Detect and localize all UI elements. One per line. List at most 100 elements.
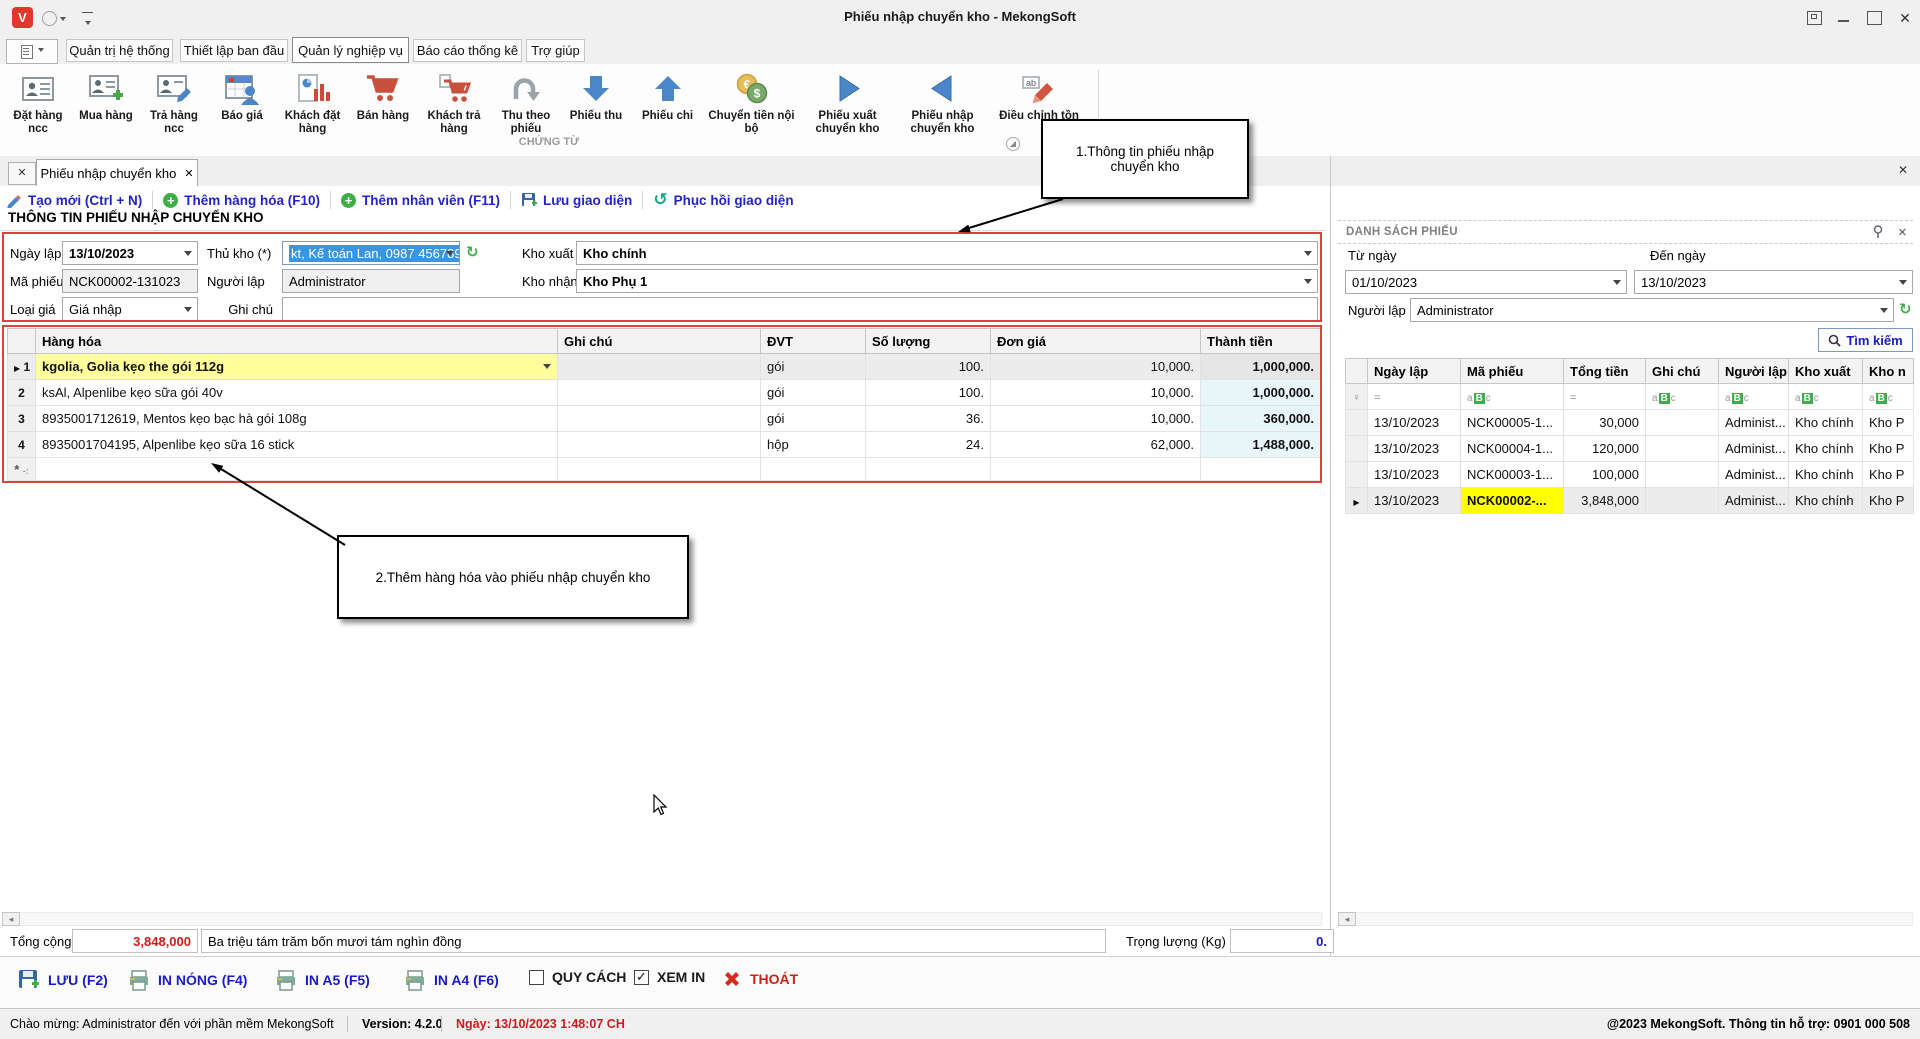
checkbox-unchecked-icon[interactable] <box>529 970 544 985</box>
cell-out[interactable]: Kho chính <box>1789 462 1863 488</box>
header-ghi-chu[interactable]: Ghi chú <box>558 329 761 354</box>
tab-list-close-button[interactable]: ✕ <box>8 162 36 185</box>
item-row-1[interactable]: ▶ 1 kgolia, Golia kẹo the gói 112g gói 1… <box>8 354 1321 380</box>
cell-note[interactable] <box>558 458 761 481</box>
cell-creator[interactable]: Administ... <box>1719 410 1789 436</box>
fit-screen-icon[interactable] <box>1807 11 1822 25</box>
menu-tab-quan-ly-nghiep-vu[interactable]: Quản lý nghiệp vụ <box>292 37 409 63</box>
filter-code[interactable]: aBc <box>1461 384 1564 410</box>
ribbon-item-khach-dat-hang[interactable]: Khách đặt hàng <box>276 68 349 136</box>
filter-abc-icon[interactable]: aBc <box>1652 393 1676 404</box>
date-combo[interactable]: 13/10/2023 <box>62 241 198 265</box>
cell-item-name[interactable] <box>36 458 558 481</box>
cell-date[interactable]: 13/10/2023 <box>1368 436 1461 462</box>
ribbon-item-mua-hang[interactable]: Mua hàng <box>72 68 140 136</box>
refresh-icon[interactable]: ↻ <box>1899 300 1912 318</box>
print-a4-button[interactable]: IN A4 (F6) <box>404 969 499 991</box>
cell-amount[interactable]: 360,000. <box>1201 406 1321 432</box>
cell-total[interactable]: 3,848,000 <box>1564 488 1646 514</box>
receipt-row-4[interactable]: ▶ 13/10/2023 NCK00002-... 3,848,000 Admi… <box>1346 488 1914 514</box>
receipt-row-2[interactable]: 13/10/2023 NCK00004-1... 120,000 Adminis… <box>1346 436 1914 462</box>
ribbon-item-phieu-chi[interactable]: Phiếu chi <box>631 68 704 136</box>
save-button[interactable]: LƯU (F2) <box>18 969 108 991</box>
filter-note[interactable]: aBc <box>1646 384 1719 410</box>
cell-code[interactable]: NCK00003-1... <box>1461 462 1564 488</box>
filter-row[interactable]: ♀ = aBc = aBc aBc aBc aBc <box>1346 384 1914 410</box>
search-button[interactable]: Tìm kiếm <box>1818 328 1913 352</box>
header-ma-phieu[interactable]: Mã phiếu <box>1461 359 1564 384</box>
filter-total[interactable]: = <box>1564 384 1646 410</box>
panel-creator-combo[interactable]: Administrator <box>1410 298 1894 322</box>
cell-qty[interactable] <box>866 458 991 481</box>
cell-in[interactable]: Kho P <box>1863 410 1914 436</box>
cell-date[interactable]: 13/10/2023 <box>1368 488 1461 514</box>
item-row-4[interactable]: 4 8935001704195, Alpenlibe kẹo sữa 16 st… <box>8 432 1321 458</box>
menu-tab-bao-cao-thong-ke[interactable]: Báo cáo thống kê <box>413 39 522 62</box>
filter-equals-icon[interactable]: = <box>1374 392 1380 404</box>
menu-tab-thiet-lap-ban-dau[interactable]: Thiết lập ban đầu <box>180 39 288 62</box>
cell-price[interactable] <box>991 458 1201 481</box>
ribbon-item-tra-hang-ncc[interactable]: Trả hàng ncc <box>140 68 208 136</box>
cell-qty[interactable]: 24. <box>866 432 991 458</box>
ribbon-item-thu-theo-phieu[interactable]: Thu theo phiếu <box>491 68 561 136</box>
cell-price[interactable]: 62,000. <box>991 432 1201 458</box>
warehouse-in-combo[interactable]: Kho Phụ 1 <box>576 269 1318 293</box>
price-type-combo[interactable]: Giá nhập <box>62 297 198 321</box>
cell-note[interactable] <box>558 406 761 432</box>
warehouse-out-combo[interactable]: Kho chính <box>576 241 1318 265</box>
cell-date[interactable]: 13/10/2023 <box>1368 410 1461 436</box>
from-date-combo[interactable]: 01/10/2023 <box>1345 270 1627 294</box>
header-kho-xuat[interactable]: Kho xuất <box>1789 359 1863 384</box>
items-hscrollbar[interactable] <box>2 912 1322 926</box>
spec-checkbox[interactable]: QUY CÁCH <box>529 969 626 985</box>
header-kho-nhan[interactable]: Kho n <box>1863 359 1914 384</box>
header-tong-tien[interactable]: Tổng tiền <box>1564 359 1646 384</box>
print-a5-button[interactable]: IN A5 (F5) <box>275 969 370 991</box>
cell-creator[interactable]: Administ... <box>1719 462 1789 488</box>
ribbon-item-dat-hang-ncc[interactable]: Đặt hàng ncc <box>4 68 72 136</box>
item-row-3[interactable]: 3 8935001712619, Mentos kẹo bạc hà gói 1… <box>8 406 1321 432</box>
filter-equals-icon[interactable]: = <box>1570 392 1576 404</box>
cell-total[interactable]: 30,000 <box>1564 410 1646 436</box>
cell-in[interactable]: Kho P <box>1863 488 1914 514</box>
cell-in[interactable]: Kho P <box>1863 436 1914 462</box>
ribbon-item-ban-hang[interactable]: Bán hàng <box>349 68 417 136</box>
cell-price[interactable]: 10,000. <box>991 380 1201 406</box>
cell-total[interactable]: 120,000 <box>1564 436 1646 462</box>
receipt-row-3[interactable]: 13/10/2023 NCK00003-1... 100,000 Adminis… <box>1346 462 1914 488</box>
cell-item-name[interactable]: 8935001712619, Mentos kẹo bạc hà gói 108… <box>36 406 558 432</box>
cell-date[interactable]: 13/10/2023 <box>1368 462 1461 488</box>
ribbon-item-phieu-xuat-chuyen-kho[interactable]: Phiếu xuất chuyển kho <box>799 68 896 136</box>
filter-abc-icon[interactable]: aBc <box>1869 393 1893 404</box>
ribbon-item-phieu-nhap-chuyen-kho[interactable]: Phiếu nhập chuyển kho <box>896 68 989 136</box>
cell-qty[interactable]: 36. <box>866 406 991 432</box>
cell-amount[interactable] <box>1201 458 1321 481</box>
minimize-icon[interactable] <box>1838 12 1851 24</box>
chevron-down-icon[interactable] <box>543 364 551 373</box>
cell-out[interactable]: Kho chính <box>1789 488 1863 514</box>
cell-unit[interactable]: gói <box>761 380 866 406</box>
cell-out[interactable]: Kho chính <box>1789 410 1863 436</box>
new-button[interactable]: Tạo mới (Ctrl + N) <box>6 192 142 208</box>
keeper-combo[interactable]: kt, Kế toán Lan, 0987 456789 <box>282 241 460 265</box>
cell-code[interactable]: NCK00005-1... <box>1461 410 1564 436</box>
application-menu-button[interactable] <box>6 39 58 64</box>
note-input[interactable] <box>282 297 1318 321</box>
filter-abc-icon[interactable]: aBc <box>1467 393 1491 404</box>
cell-unit[interactable]: gói <box>761 406 866 432</box>
cell-creator[interactable]: Administ... <box>1719 436 1789 462</box>
exit-button[interactable]: THOÁT <box>722 969 798 989</box>
close-icon[interactable]: ✕ <box>1898 12 1912 24</box>
cell-note[interactable] <box>1646 488 1719 514</box>
receipt-row-1[interactable]: 13/10/2023 NCK00005-1... 30,000 Administ… <box>1346 410 1914 436</box>
ribbon-item-chuyen-tien-noi-bo[interactable]: €$ Chuyển tiền nội bộ <box>704 68 799 136</box>
save-layout-button[interactable]: Lưu giao diện <box>521 192 632 208</box>
creator-field[interactable]: Administrator <box>282 269 460 293</box>
cell-unit[interactable]: gói <box>761 354 866 380</box>
cell-out[interactable]: Kho chính <box>1789 436 1863 462</box>
total-words-field[interactable]: Ba triệu tám trăm bốn mươi tám nghìn đồn… <box>201 929 1106 953</box>
header-so-luong[interactable]: Số lượng <box>866 329 991 354</box>
header-ngay-lap[interactable]: Ngày lập <box>1368 359 1461 384</box>
code-field[interactable]: NCK00002-131023 <box>62 269 198 293</box>
cell-unit[interactable] <box>761 458 866 481</box>
